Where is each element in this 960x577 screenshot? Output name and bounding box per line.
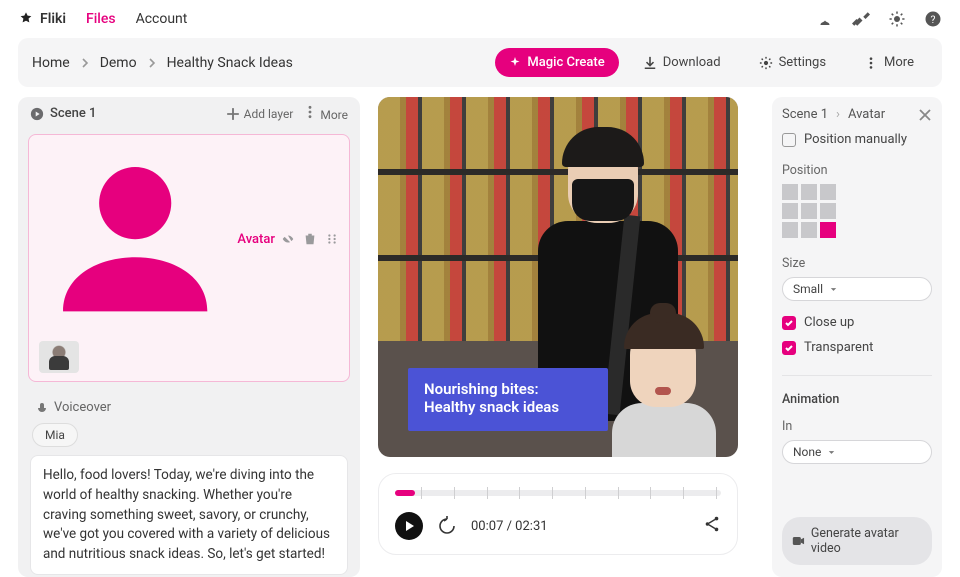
- voice-chip[interactable]: Mia: [32, 423, 78, 447]
- visibility-off-icon[interactable]: [281, 232, 295, 246]
- more-vertical-icon: [303, 105, 317, 119]
- brand-logo-icon: [18, 11, 34, 27]
- video-caption: Nourishing bites: Healthy snack ideas: [408, 368, 608, 432]
- trending-icon[interactable]: [816, 10, 834, 28]
- chevron-right-icon: [80, 58, 90, 68]
- position-cell-6[interactable]: [782, 222, 798, 238]
- magic-create-button[interactable]: Magic Create: [495, 48, 618, 77]
- panel-crumb-avatar: Avatar: [848, 107, 885, 122]
- scene-more-button[interactable]: More: [303, 105, 348, 122]
- replay-button[interactable]: [437, 516, 457, 536]
- animation-section-label: Animation: [782, 392, 932, 407]
- transparent-checkbox[interactable]: [782, 341, 796, 355]
- close-icon[interactable]: [918, 108, 932, 122]
- more-button[interactable]: More: [850, 48, 928, 77]
- plus-icon: [226, 107, 240, 121]
- avatar-layer-label: Avatar: [237, 232, 275, 247]
- position-cell-8[interactable]: [820, 222, 836, 238]
- animation-in-label: In: [782, 419, 932, 434]
- download-button[interactable]: Download: [629, 48, 735, 77]
- script-textbox[interactable]: Hello, food lovers! Today, we're diving …: [30, 455, 348, 575]
- gear-icon: [759, 56, 773, 70]
- replay-icon: [437, 516, 457, 536]
- mic-icon: [36, 402, 48, 414]
- position-manually-checkbox[interactable]: [782, 133, 796, 147]
- voiceover-label: Voiceover: [54, 400, 111, 415]
- position-cell-1[interactable]: [801, 184, 817, 200]
- tools-icon[interactable]: [852, 10, 870, 28]
- add-layer-button[interactable]: Add layer: [226, 107, 294, 121]
- avatar-layer-card[interactable]: Avatar: [28, 134, 350, 382]
- svg-text:?: ?: [931, 13, 936, 26]
- scene-title: Scene 1: [50, 106, 96, 121]
- crumb-demo[interactable]: Demo: [100, 55, 137, 71]
- avatar-thumbnail[interactable]: [39, 341, 79, 373]
- person-icon: [39, 143, 231, 335]
- play-icon: [403, 520, 415, 532]
- settings-button[interactable]: Settings: [745, 48, 840, 77]
- position-grid: [782, 184, 932, 238]
- theme-icon[interactable]: [888, 10, 906, 28]
- sparkle-icon: [509, 57, 521, 69]
- panel-crumb-scene[interactable]: Scene 1: [782, 107, 828, 122]
- play-circle-icon[interactable]: [30, 107, 44, 121]
- transparent-label: Transparent: [804, 340, 873, 355]
- delete-icon[interactable]: [303, 232, 317, 246]
- chevron-right-icon: ›: [836, 107, 840, 122]
- scene-panel: Scene 1 Add layer More Avatar: [18, 97, 360, 577]
- size-select[interactable]: Small: [782, 277, 932, 301]
- chevron-right-icon: [147, 58, 157, 68]
- download-icon: [643, 56, 657, 70]
- position-section-label: Position: [782, 163, 932, 178]
- chevron-down-icon: [829, 285, 838, 294]
- crumb-home[interactable]: Home: [32, 55, 70, 71]
- position-cell-7[interactable]: [801, 222, 817, 238]
- brand: Fliki: [18, 11, 66, 27]
- position-cell-5[interactable]: [820, 203, 836, 219]
- share-icon: [703, 515, 721, 533]
- generate-avatar-button[interactable]: Generate avatar video: [782, 517, 932, 565]
- position-cell-3[interactable]: [782, 203, 798, 219]
- closeup-label: Close up: [804, 315, 854, 330]
- breadcrumb-bar: Home Demo Healthy Snack Ideas Magic Crea…: [18, 38, 942, 87]
- position-cell-4[interactable]: [801, 203, 817, 219]
- position-cell-2[interactable]: [820, 184, 836, 200]
- closeup-checkbox[interactable]: [782, 316, 796, 330]
- drag-handle-icon[interactable]: [325, 232, 339, 246]
- chevron-down-icon: [827, 448, 836, 457]
- position-manually-label: Position manually: [804, 132, 907, 147]
- nav-account[interactable]: Account: [136, 11, 188, 27]
- seek-bar[interactable]: [395, 484, 721, 502]
- nav-files[interactable]: Files: [86, 11, 116, 27]
- more-vertical-icon: [864, 56, 878, 70]
- breadcrumb: Home Demo Healthy Snack Ideas: [32, 55, 293, 71]
- animation-in-select[interactable]: None: [782, 440, 932, 464]
- avatar-overlay: [606, 307, 726, 457]
- player-bar: 00:07 / 02:31: [378, 473, 738, 555]
- properties-panel: Scene 1 › Avatar Position manually Posit…: [772, 97, 942, 577]
- crumb-current: Healthy Snack Ideas: [167, 55, 293, 71]
- timecode: 00:07 / 02:31: [471, 519, 548, 534]
- play-button[interactable]: [395, 512, 423, 540]
- position-cell-0[interactable]: [782, 184, 798, 200]
- size-section-label: Size: [782, 256, 932, 271]
- share-button[interactable]: [703, 515, 721, 537]
- help-icon[interactable]: ?: [924, 10, 942, 28]
- video-preview[interactable]: Nourishing bites: Healthy snack ideas: [378, 97, 738, 457]
- voiceover-layer-card: Voiceover Mia Hello, food lovers! Today,…: [28, 392, 350, 577]
